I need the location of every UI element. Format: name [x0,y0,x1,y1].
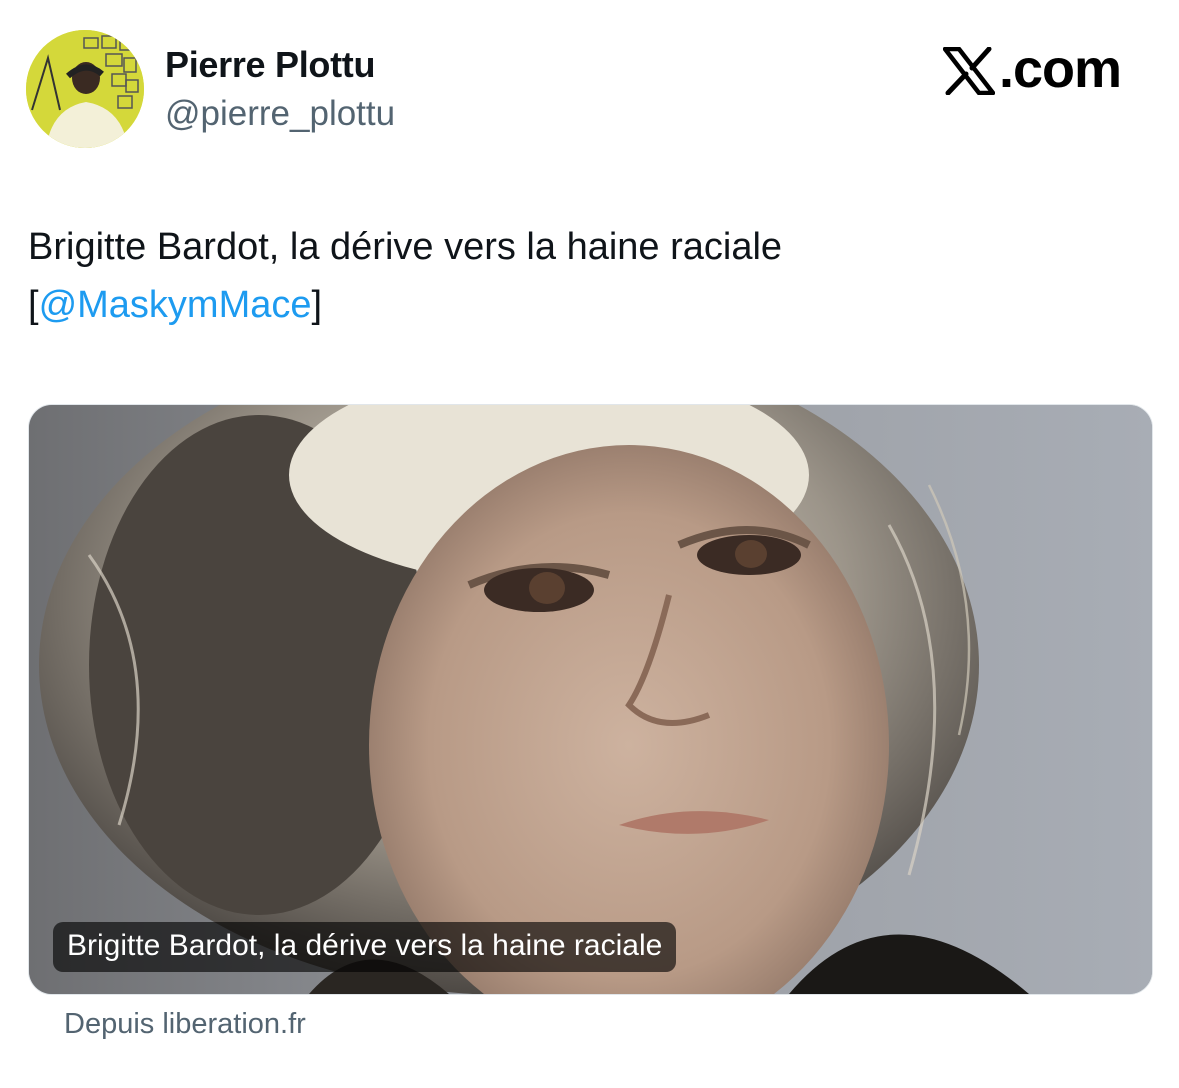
mention-link[interactable]: @MaskymMace [39,284,312,326]
card-source-domain[interactable]: Depuis liberation.fr [64,1008,306,1041]
author-handle[interactable]: @pierre_plottu [165,94,395,134]
author-avatar[interactable] [26,30,144,148]
tweet-line-1: Brigitte Bardot, la dérive vers la haine… [28,226,783,268]
brand-domain: .com [998,39,1122,99]
x-com-brand: .com [942,38,1122,100]
tweet-text: Brigitte Bardot, la dérive vers la haine… [28,218,1148,334]
bracket-close: ] [311,284,323,326]
card-caption: Brigitte Bardot, la dérive vers la haine… [53,922,677,972]
tweet-line-2: [@MaskymMace] [28,276,1148,334]
link-preview-card[interactable]: Brigitte Bardot, la dérive vers la haine… [28,404,1153,995]
avatar-image [26,30,144,148]
bracket-open: [ [28,284,39,326]
x-logo-icon [942,47,995,95]
card-photo [29,405,1152,994]
author-display-name[interactable]: Pierre Plottu [165,44,375,86]
